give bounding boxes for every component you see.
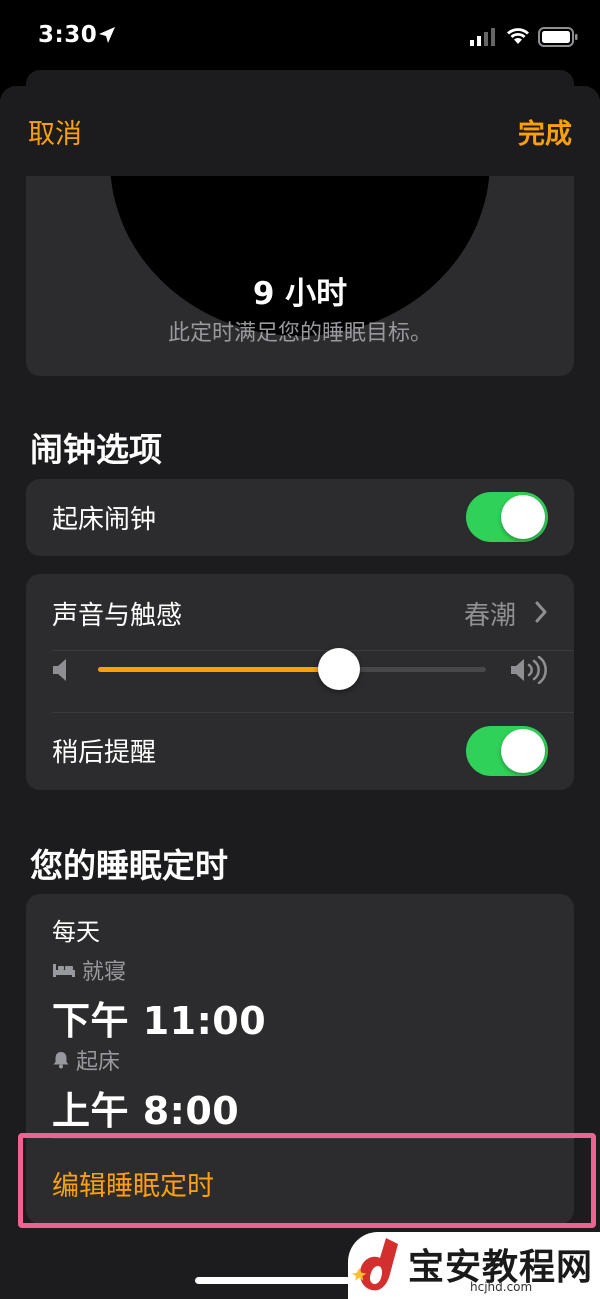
sound-haptics-label[interactable]: 声音与触感 <box>52 595 182 632</box>
edit-sleep-sheet: 取消 完成 9 小时 此定时满足您的睡眠目标。 闹钟选项 起床闹钟 声音与触感 … <box>0 86 600 1299</box>
snooze-label: 稍后提醒 <box>52 738 157 768</box>
alarm-options-title: 闹钟选项 <box>30 430 162 469</box>
wifi-icon <box>507 28 529 44</box>
highlight-annotation <box>18 1133 596 1228</box>
wakeup-time: 上午 8:00 <box>52 1089 240 1133</box>
toggle-knob <box>501 729 545 773</box>
wake-alarm-label: 起床闹钟 <box>52 505 157 535</box>
toggle-knob <box>501 495 545 539</box>
bedtime-time: 下午 11:00 <box>52 999 267 1043</box>
wakeup-label-row: 起床 <box>52 1044 120 1076</box>
watermark: 宝安教程网 hcjhd.com <box>348 1232 600 1299</box>
alarm-settings-card: 声音与触感 春潮 稍后提醒 <box>26 574 574 790</box>
bell-icon <box>53 1052 69 1069</box>
divider <box>52 712 574 713</box>
sound-value: 春潮 <box>463 601 516 631</box>
divider <box>52 650 574 651</box>
bedtime-label-row: 就寝 <box>52 954 126 986</box>
volume-slider-thumb[interactable] <box>317 648 360 690</box>
sleep-duration: 9 小时 <box>252 276 348 312</box>
chevron-right-icon <box>535 601 547 623</box>
done-button[interactable]: 完成 <box>518 112 572 151</box>
location-arrow-icon <box>99 27 115 43</box>
battery-icon <box>538 27 578 47</box>
speaker-high-icon <box>511 656 547 684</box>
watermark-url: hcjhd.com <box>470 1280 533 1294</box>
volume-slider-fill <box>98 667 339 672</box>
wake-alarm-row: 起床闹钟 <box>26 479 574 556</box>
bed-icon <box>53 964 75 977</box>
status-time: 3:30 <box>38 22 98 48</box>
cancel-button[interactable]: 取消 <box>28 112 82 151</box>
wake-alarm-toggle[interactable] <box>466 492 548 542</box>
wakeup-label: 起床 <box>76 1050 121 1075</box>
schedule-days: 每天 <box>52 918 100 946</box>
sleep-schedule-title: 您的睡眠定时 <box>30 846 228 885</box>
speaker-low-icon <box>53 659 66 681</box>
cellular-signal-icon <box>470 28 495 46</box>
sleep-goal-note: 此定时满足您的睡眠目标。 <box>167 321 432 346</box>
snooze-toggle[interactable] <box>466 726 548 776</box>
status-bar: 3:30 <box>0 0 600 72</box>
sleep-clock-card: 9 小时 此定时满足您的睡眠目标。 <box>26 176 574 376</box>
watermark-logo-icon <box>352 1238 398 1291</box>
volume-slider[interactable] <box>98 648 486 690</box>
bedtime-label: 就寝 <box>82 960 127 985</box>
